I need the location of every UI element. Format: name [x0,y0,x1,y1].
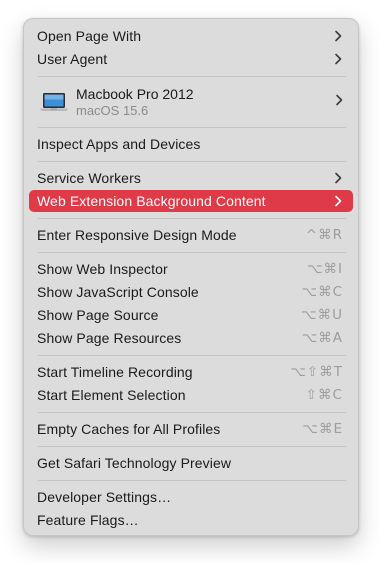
keyboard-shortcut: ^⌘R [305,227,343,243]
chevron-right-icon [333,195,343,207]
keyboard-shortcut: ⇧⌘C [305,387,343,403]
menu-item-label: Developer Settings… [37,489,172,505]
menu-item-show-javascript-console[interactable]: Show JavaScript Console ⌥⌘C [29,281,353,303]
menu-item-get-safari-technology-preview[interactable]: Get Safari Technology Preview [29,452,353,474]
menu-item-label: Show JavaScript Console [37,284,199,300]
menu-item-label: Enter Responsive Design Mode [37,227,237,243]
keyboard-shortcut: ⌥⌘E [302,421,343,437]
menu-separator [38,446,346,447]
menu-item-show-page-source[interactable]: Show Page Source ⌥⌘U [29,304,353,326]
menu-item-label: Show Page Resources [37,330,182,346]
menu-separator [38,480,346,481]
menu-item-label: Inspect Apps and Devices [37,136,201,152]
menu-item-responsive-design-mode[interactable]: Enter Responsive Design Mode ^⌘R [29,224,353,246]
menu-item-start-timeline-recording[interactable]: Start Timeline Recording ⌥⇧⌘T [29,361,353,383]
menu-separator [38,412,346,413]
chevron-right-icon [335,93,343,111]
menu-item-label: Open Page With [37,28,142,44]
menu-item-label: Start Timeline Recording [37,364,193,380]
keyboard-shortcut: ⌥⇧⌘T [290,364,343,380]
menu-item-inspect-apps[interactable]: Inspect Apps and Devices [29,133,353,155]
keyboard-shortcut: ⌥⌘U [301,307,343,323]
menu-item-label: Empty Caches for All Profiles [37,421,221,437]
menu-separator [38,161,346,162]
menu-separator [38,76,346,77]
menu-item-open-page-with[interactable]: Open Page With [29,25,353,47]
menu-item-show-web-inspector[interactable]: Show Web Inspector ⌥⌘I [29,258,353,280]
laptop-icon [39,91,69,113]
menu-item-show-page-resources[interactable]: Show Page Resources ⌥⌘A [29,327,353,349]
menu-separator [38,355,346,356]
menu-item-label: Start Element Selection [37,387,186,403]
menu-item-label: Web Extension Background Content [37,193,266,209]
menu-item-label: Show Page Source [37,307,159,323]
menu-item-label: Show Web Inspector [37,261,168,277]
keyboard-shortcut: ⌥⌘C [301,284,343,300]
device-os: macOS 15.6 [76,102,149,118]
chevron-right-icon [333,172,343,184]
chevron-right-icon [333,53,343,65]
device-name: Macbook Pro 2012 [76,85,194,102]
menu-item-empty-caches[interactable]: Empty Caches for All Profiles ⌥⌘E [29,418,353,440]
menu-item-web-extension-background-content[interactable]: Web Extension Background Content [29,190,353,212]
menu-separator [38,127,346,128]
menu-item-developer-settings[interactable]: Developer Settings… [29,486,353,508]
menu-item-device[interactable]: Macbook Pro 2012 macOS 15.6 [29,83,353,121]
menu-separator [38,218,346,219]
menu-separator [38,252,346,253]
keyboard-shortcut: ⌥⌘A [301,330,343,346]
menu-item-service-workers[interactable]: Service Workers [29,167,353,189]
menu-item-user-agent[interactable]: User Agent [29,48,353,70]
menu-item-label: Get Safari Technology Preview [37,455,232,471]
menu-item-label: Service Workers [37,170,141,186]
chevron-right-icon [333,30,343,42]
menu-item-start-element-selection[interactable]: Start Element Selection ⇧⌘C [29,384,353,406]
menu-item-label: Feature Flags… [37,512,139,528]
keyboard-shortcut: ⌥⌘I [306,261,343,277]
menu-item-label: User Agent [37,51,108,67]
develop-menu: Open Page With User Agent Macbook Pro 20… [23,18,359,536]
menu-item-feature-flags[interactable]: Feature Flags… [29,509,353,531]
